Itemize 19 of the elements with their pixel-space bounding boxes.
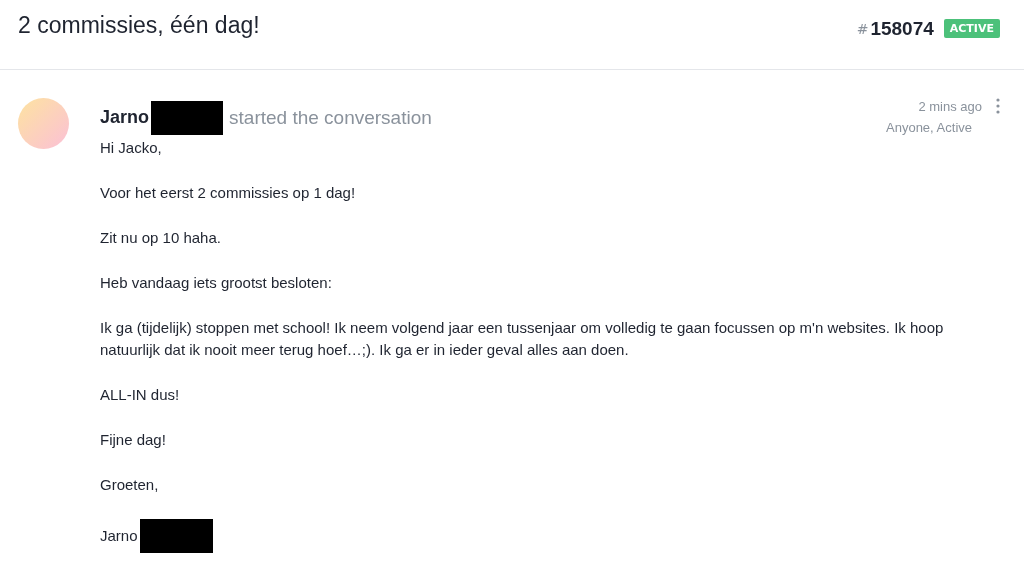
message-paragraph: Hi Jacko, (100, 138, 163, 158)
message-paragraph: Voor het eerst 2 commissies op 1 dag! (100, 183, 357, 203)
hash-sign: # (856, 20, 869, 37)
message-paragraph: Ik ga (tijdelijk) stoppen met school! Ik neem volgend jaar een tussenjaar om volledig te gaan focussen op m'n websites. Ik hoop natuurlijk dat ik nooit meer terug hoef…;). Ik ga er in ieder geval alles aan doen. (100, 318, 945, 360)
message-paragraph: Fijne dag! (100, 430, 167, 450)
message-time: 2 mins ago (918, 98, 982, 114)
message-meta: Anyone, Active (886, 120, 972, 135)
message-paragraph: Heb vandaag iets grootst besloten: (100, 273, 333, 293)
message-paragraph: Groeten, (100, 475, 160, 495)
signature-name: Jarno (100, 526, 138, 546)
avatar (18, 98, 69, 149)
message-paragraph: ALL-IN dus! (100, 385, 181, 405)
conversation-action: started the conversation (229, 106, 432, 129)
ticket-number: 158074 (870, 17, 934, 40)
status-badge: ACTIVE (943, 19, 1000, 38)
more-options-icon[interactable] (996, 98, 1000, 114)
author-name: Jarno (100, 107, 150, 128)
conversation-title: 2 commissies, één dag! (18, 12, 260, 39)
message-paragraph: Zit nu op 10 haha. (100, 228, 222, 248)
